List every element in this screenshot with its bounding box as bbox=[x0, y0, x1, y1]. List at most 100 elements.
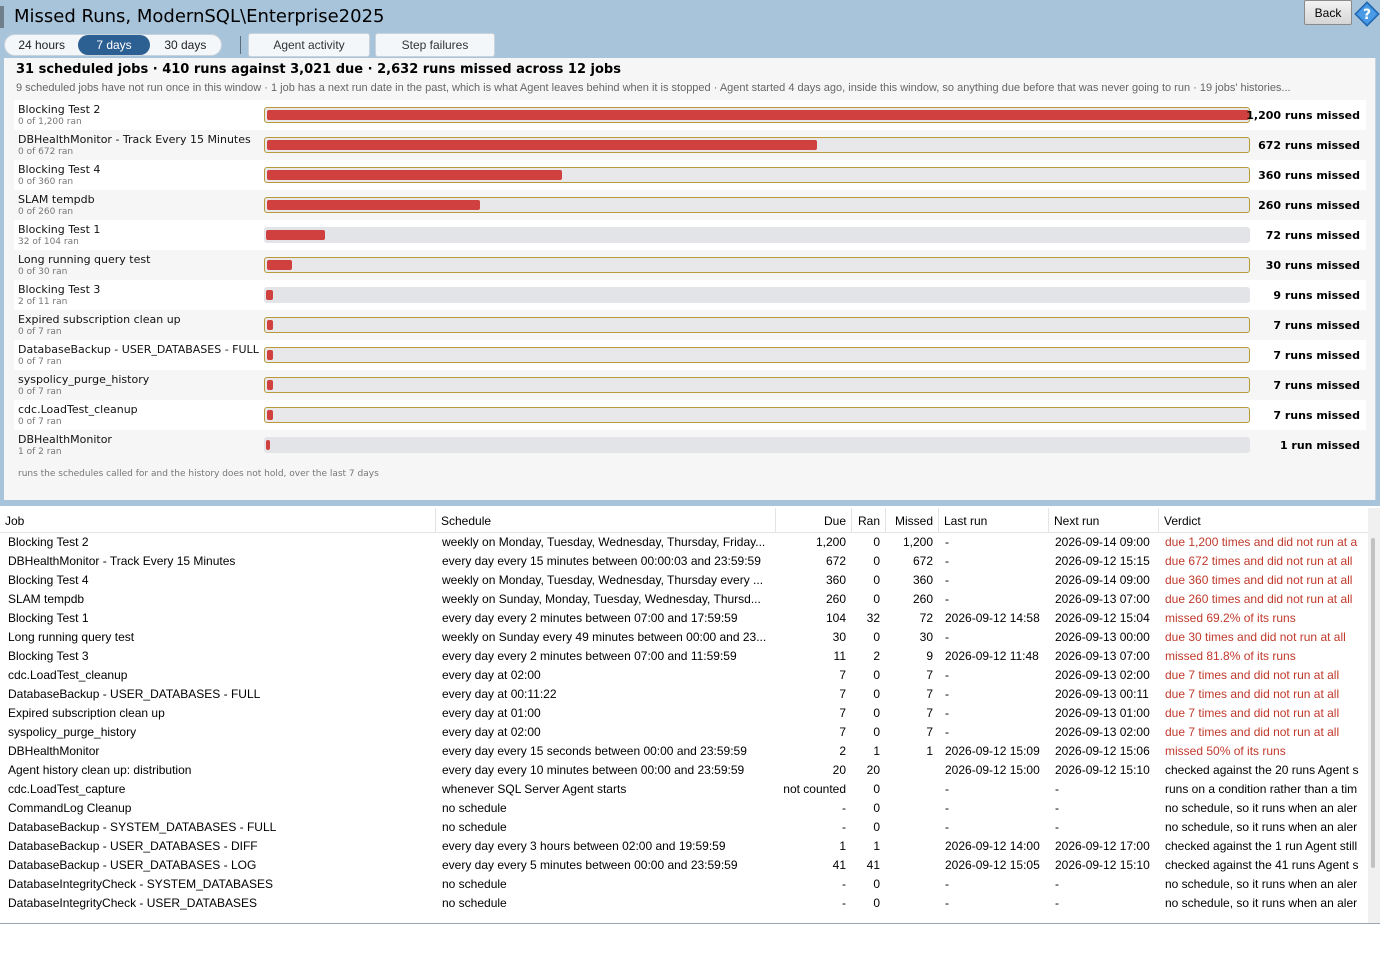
table-row[interactable]: Blocking Test 2 weekly on Monday, Tuesday… bbox=[0, 533, 1368, 552]
table-row[interactable]: Expired subscription clean up every day a… bbox=[0, 704, 1368, 723]
bar-row[interactable]: Blocking Test 40 of 360 ran 360 runs miss… bbox=[14, 160, 1366, 190]
table-row[interactable]: DatabaseBackup - USER_DATABASES - FULL ev… bbox=[0, 685, 1368, 704]
cell-job: DatabaseBackup - USER_DATABASES - DIFF bbox=[8, 839, 258, 853]
table-row[interactable]: DatabaseBackup - SYSTEM_DATABASES - FULL… bbox=[0, 818, 1368, 837]
cell-ran: 0 bbox=[873, 706, 880, 720]
help-icon[interactable]: ? bbox=[1354, 1, 1380, 27]
table-row[interactable]: DatabaseBackup - USER_DATABASES - LOG eve… bbox=[0, 856, 1368, 875]
table-row[interactable]: CommandLog Cleanup no schedule - 0 - - no sche… bbox=[0, 799, 1368, 818]
table-row[interactable]: cdc.LoadTest_cleanup every day at 02:00 7 0… bbox=[0, 666, 1368, 685]
cell-next-run: 2026-09-13 07:00 bbox=[1055, 649, 1150, 663]
cell-next-run: 2026-09-13 07:00 bbox=[1055, 592, 1150, 606]
bar-ran-summary: 0 of 360 ran bbox=[18, 177, 74, 187]
cell-schedule: every day every 5 minutes between 00:00 … bbox=[442, 858, 738, 872]
cell-last-run: - bbox=[945, 877, 949, 891]
table-row[interactable]: syspolicy_purge_history every day at 02:0… bbox=[0, 723, 1368, 742]
bar-fill bbox=[266, 290, 274, 300]
tab-30-days[interactable]: 30 days bbox=[150, 35, 221, 55]
cell-job: cdc.LoadTest_cleanup bbox=[8, 668, 128, 682]
table-row[interactable]: DatabaseIntegrityCheck - USER_DATABASES n… bbox=[0, 894, 1368, 913]
bar-track bbox=[264, 257, 1250, 273]
missed-runs-window: Missed Runs, ModernSQL\Enterprise2025 24… bbox=[0, 0, 1380, 976]
bar-row[interactable]: Blocking Test 32 of 11 ran 9 runs missed bbox=[14, 280, 1366, 310]
tab-24-hours[interactable]: 24 hours bbox=[5, 35, 78, 55]
cell-ran: 41 bbox=[866, 858, 880, 872]
bar-row[interactable]: cdc.LoadTest_cleanup 0 of 7 ran 7 runs mis… bbox=[14, 400, 1366, 430]
column-header-last-run[interactable]: Last run bbox=[939, 508, 1049, 533]
cell-next-run: - bbox=[1055, 877, 1059, 891]
cell-job: syspolicy_purge_history bbox=[8, 725, 137, 739]
table-row[interactable]: Long running query test weekly on Sunday … bbox=[0, 628, 1368, 647]
back-button[interactable]: Back bbox=[1304, 0, 1352, 25]
cell-due: 7 bbox=[839, 725, 846, 739]
table-row[interactable]: DatabaseBackup - USER_DATABASES - DIFF ev… bbox=[0, 837, 1368, 856]
step-failures-button[interactable]: Step failures bbox=[375, 33, 495, 57]
tab-7-days[interactable]: 7 days bbox=[78, 35, 150, 55]
cell-ran: 20 bbox=[866, 763, 880, 777]
cell-ran: 0 bbox=[873, 535, 880, 549]
cell-last-run: 2026-09-12 15:09 bbox=[945, 744, 1040, 758]
table-row[interactable]: DBHealthMonitor every day every 15 second… bbox=[0, 742, 1368, 761]
bar-row[interactable]: Blocking Test 1 32 of 104 ran 72 runs miss… bbox=[14, 220, 1366, 250]
cell-next-run: - bbox=[1055, 820, 1059, 834]
table-row[interactable]: Blocking Test 4 weekly on Monday, Tuesday… bbox=[0, 571, 1368, 590]
bar-job-name: Blocking Test 2 bbox=[18, 103, 101, 116]
bar-row[interactable]: DBHealthMonitor 1 of 2 ran 1 run missed bbox=[14, 430, 1366, 460]
column-header-schedule[interactable]: Schedule bbox=[436, 508, 776, 533]
cell-last-run: - bbox=[945, 782, 949, 796]
table-row[interactable]: SLAM tempdb weekly on Sunday, Monday, Tue… bbox=[0, 590, 1368, 609]
bar-missed-count: 30 runs missed bbox=[1265, 259, 1360, 272]
bar-row[interactable]: Blocking Test 20 of 1,200 ran 1,200 runs … bbox=[14, 100, 1366, 130]
bar-row[interactable]: Long running query test 0 of 30 ran 30 run… bbox=[14, 250, 1366, 280]
cell-verdict: due 7 times and did not run at all bbox=[1165, 668, 1340, 682]
bar-track bbox=[264, 137, 1250, 153]
bar-row[interactable]: SLAM tempdb 0 of 260 ran 260 runs missed bbox=[14, 190, 1366, 220]
page-title: Missed Runs, ModernSQL\Enterprise2025 bbox=[14, 6, 385, 27]
column-header-job[interactable]: Job bbox=[0, 508, 436, 533]
cell-verdict: checked against the 20 runs Agent s bbox=[1165, 763, 1359, 777]
table-row[interactable]: Agent history clean up: distribution ever… bbox=[0, 761, 1368, 780]
bar-ran-summary: 32 of 104 ran bbox=[18, 237, 79, 247]
bar-row[interactable]: DBHealthMonitor - Track Every 15 Minutes… bbox=[14, 130, 1366, 160]
column-header-missed[interactable]: Missed bbox=[886, 508, 939, 533]
cell-due: 360 bbox=[825, 573, 846, 587]
table-row[interactable]: DatabaseIntegrityCheck - SYSTEM_DATABASE… bbox=[0, 875, 1368, 894]
bar-track bbox=[264, 287, 1250, 303]
cell-missed bbox=[886, 837, 935, 856]
summary-stats: 31 scheduled jobs · 410 runs against 3,0… bbox=[16, 62, 621, 77]
cell-last-run: 2026-09-12 14:58 bbox=[945, 611, 1040, 625]
range-tabs: 24 hours 7 days 30 days bbox=[4, 34, 222, 56]
cell-schedule: every day every 2 minutes between 07:00 … bbox=[442, 649, 737, 663]
cell-missed: 260 bbox=[912, 592, 933, 606]
cell-due: 2 bbox=[839, 744, 846, 758]
table-row[interactable]: Blocking Test 3 every day every 2 minutes… bbox=[0, 647, 1368, 666]
cell-job: Blocking Test 3 bbox=[8, 649, 89, 663]
table-row[interactable]: cdc.LoadTest_capture whenever SQL Server … bbox=[0, 780, 1368, 799]
bar-row[interactable]: syspolicy_purge_history 0 of 7 ran 7 runs … bbox=[14, 370, 1366, 400]
vertical-scrollbar[interactable] bbox=[1368, 508, 1380, 923]
cell-next-run: 2026-09-13 02:00 bbox=[1055, 725, 1150, 739]
bar-row[interactable]: DatabaseBackup - USER_DATABASES - FULL 0 … bbox=[14, 340, 1366, 370]
panel-splitter[interactable] bbox=[0, 500, 1380, 506]
column-header-next-run[interactable]: Next run bbox=[1049, 508, 1159, 533]
cell-missed: 360 bbox=[912, 573, 933, 587]
cell-verdict: no schedule, so it runs when an aler bbox=[1165, 896, 1358, 910]
cell-due: 260 bbox=[825, 592, 846, 606]
svg-text:?: ? bbox=[1363, 7, 1371, 23]
agent-activity-button[interactable]: Agent activity bbox=[248, 33, 370, 57]
panel-frame bbox=[1376, 58, 1380, 506]
scrollbar-thumb[interactable] bbox=[1371, 538, 1375, 868]
cell-next-run: 2026-09-12 15:04 bbox=[1055, 611, 1150, 625]
column-header-verdict[interactable]: Verdict bbox=[1159, 508, 1368, 533]
column-header-due[interactable]: Due bbox=[776, 508, 852, 533]
bar-missed-count: 72 runs missed bbox=[1265, 229, 1360, 242]
cell-ran: 0 bbox=[873, 687, 880, 701]
bar-missed-count: 7 runs missed bbox=[1273, 379, 1360, 392]
column-header-ran[interactable]: Ran bbox=[852, 508, 886, 533]
table-row[interactable]: Blocking Test 1 every day every 2 minutes… bbox=[0, 609, 1368, 628]
bar-row[interactable]: Expired subscription clean up 0 of 7 ran 7… bbox=[14, 310, 1366, 340]
cell-verdict: missed 50% of its runs bbox=[1165, 744, 1286, 758]
cell-job: DatabaseIntegrityCheck - SYSTEM_DATABASE… bbox=[8, 877, 273, 891]
table-row[interactable]: DBHealthMonitor - Track Every 15 Minutes… bbox=[0, 552, 1368, 571]
cell-missed: 672 bbox=[912, 554, 933, 568]
